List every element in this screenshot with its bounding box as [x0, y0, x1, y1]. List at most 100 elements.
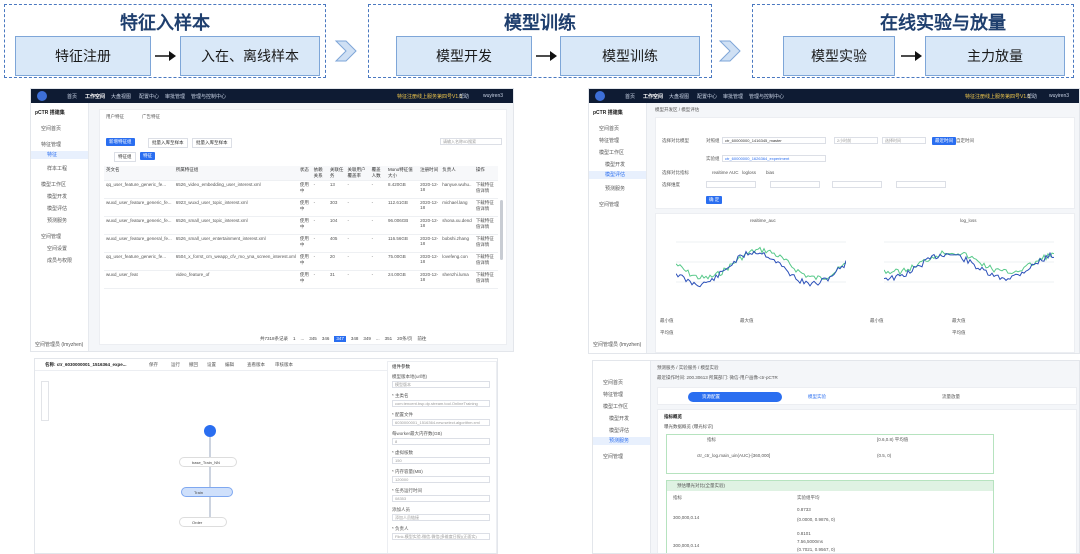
dimension-select[interactable] [770, 181, 820, 188]
user-menu[interactable]: wuyiren3 [1049, 93, 1069, 99]
table-cell[interactable]: 下载特征值详情 [473, 270, 498, 289]
stage-box[interactable]: 模型实验 [783, 36, 895, 76]
nav-item[interactable]: 首页 [625, 93, 635, 100]
nav-item[interactable]: 工作空间 [85, 93, 105, 100]
table-cell[interactable]: 下载特征值详情 [473, 180, 498, 199]
step-label[interactable]: 模型实验 [808, 394, 826, 400]
nav-item[interactable]: 配置中心 [697, 93, 717, 100]
table-cell[interactable]: 31 [327, 270, 346, 289]
help-link[interactable]: 帮助 [1027, 93, 1037, 100]
page-button[interactable]: 346 [322, 336, 330, 342]
project-name[interactable]: pCTR 搭建集 [593, 109, 623, 116]
table-cell[interactable]: 下载特征值详情 [473, 234, 498, 253]
project-name[interactable]: pCTR 搭建集 [35, 109, 65, 116]
toolbar-button[interactable]: 查看版本 [247, 362, 265, 368]
dimension-select[interactable] [832, 181, 882, 188]
table-cell[interactable]: 下载特征值详情 [473, 216, 498, 235]
metric-checkbox[interactable]: realtime AUC [712, 170, 739, 175]
nav-item[interactable]: 管理与控制中心 [749, 93, 784, 100]
step-label[interactable]: 流量放量 [942, 394, 960, 400]
page-button[interactable]: 349 [363, 336, 371, 342]
sidebar-item[interactable]: 预测服务 [605, 185, 625, 192]
tab-user-feature[interactable]: 用户特征 [106, 114, 124, 120]
user-menu[interactable]: wuyiren3 [483, 93, 503, 99]
table-cell[interactable]: 6526_small_user_entertainment_interest.x… [173, 234, 298, 253]
field-input[interactable]: 150 [392, 457, 490, 464]
field-input[interactable]: 6030000001_1516364.new.select.algorithm.… [392, 419, 490, 426]
notice-text[interactable]: 特征注册线上服务第四号V1.0 [397, 93, 462, 100]
sidebar-item[interactable]: 模型开发 [605, 161, 625, 168]
sidebar-item[interactable]: 样本工程 [47, 165, 67, 172]
time-ref-select[interactable]: 选择时间 [882, 137, 926, 144]
goto-page[interactable]: 前往 [417, 336, 426, 342]
page-button[interactable]: 348 [351, 336, 359, 342]
sidebar-item[interactable]: 空间管理 [41, 233, 61, 240]
page-button[interactable]: 1 [293, 336, 296, 342]
search-input[interactable]: 请输入名称/ID搜索 [440, 138, 502, 145]
field-input[interactable]: 8 [392, 438, 490, 445]
add-feature-group-button[interactable]: 新增特征组 [106, 138, 135, 146]
recent-time-button[interactable]: 最近时间 [932, 137, 956, 145]
nav-item[interactable]: 工作空间 [643, 93, 663, 100]
stage-box[interactable]: 主力放量 [925, 36, 1065, 76]
nav-item[interactable]: 大盘视图 [111, 93, 131, 100]
nav-item[interactable]: 首页 [67, 93, 77, 100]
toolbar-button[interactable]: 编辑 [225, 362, 234, 368]
sidebar-item-active[interactable]: 预测服务 [593, 437, 650, 445]
toolbar-button[interactable]: 保存 [149, 362, 158, 368]
table-cell[interactable]: video_feature_of [173, 270, 298, 289]
nav-item[interactable]: 审批管理 [723, 93, 743, 100]
pipeline-node[interactable]: Order [179, 517, 227, 527]
row-label[interactable]: 300,000,0.14 [673, 543, 699, 548]
sidebar-item[interactable]: 特征管理 [41, 141, 61, 148]
sidebar-item[interactable]: 特征管理 [603, 391, 623, 398]
sidebar-item-active[interactable]: 特征 [31, 151, 88, 159]
sidebar-item[interactable]: 预测服务 [47, 217, 67, 224]
toolbar-button[interactable]: 撤回 [189, 362, 198, 368]
metric-checkbox[interactable]: bias [766, 170, 774, 175]
step-active[interactable]: 资源配置 [688, 392, 782, 402]
field-input[interactable]: 模型版本 [392, 381, 490, 388]
metric-link[interactable]: ctr_ctr_log.main_uin(AUC)-[360,000] [697, 453, 770, 458]
value-link[interactable]: 0.8101 [797, 531, 811, 536]
toolbar-button[interactable]: 运行 [171, 362, 180, 368]
metric-checkbox[interactable]: logloss [742, 170, 756, 175]
field-input[interactable]: com.tencent.bsp.dp.stream.tool.OnlineTra… [392, 400, 490, 407]
sidebar-item[interactable]: 模型开发 [47, 193, 67, 200]
field-input[interactable]: 120000 [392, 476, 490, 483]
stage-box[interactable]: 模型训练 [560, 36, 700, 76]
table-cell[interactable]: 6923_wuxd_user_topic_interest.xml [173, 198, 298, 217]
sidebar-item[interactable]: 空间设置 [47, 245, 67, 252]
pipeline-node-selected[interactable]: Train [181, 487, 233, 497]
nav-item[interactable]: 管理与控制中心 [191, 93, 226, 100]
table-cell[interactable]: 6526_video_embedding_user_interest.xml [173, 180, 298, 199]
notice-text[interactable]: 特征注册线上服务第四号V1.0 [965, 93, 1030, 100]
subtab-feature[interactable]: 特征 [140, 152, 155, 160]
page-button-active[interactable]: 347 [334, 336, 346, 342]
table-cell[interactable]: 6504_x_forrst_cm_weapp_cfv_mo_yna_screen… [173, 252, 298, 271]
sidebar-item[interactable]: 空间首页 [603, 379, 623, 386]
pipeline-node[interactable]: base_Train_NN [179, 457, 237, 467]
toolbar-button[interactable]: 设置 [207, 362, 216, 368]
sidebar-item[interactable]: 成员与权限 [47, 257, 72, 264]
batch-import-button[interactable]: 批量入库至样本 [148, 138, 188, 148]
field-input[interactable]: 添加人员链接 [392, 514, 490, 521]
page-button[interactable]: 345 [309, 336, 317, 342]
help-link[interactable]: 帮助 [459, 93, 469, 100]
stage-box[interactable]: 入在、离线样本 [180, 36, 320, 76]
field-input[interactable]: Flink-模型实验-微信-微信(多维度日报)(正面实) [392, 533, 490, 540]
base-model-select[interactable]: ctr_60000000_1416345_master [722, 137, 826, 144]
sidebar-item[interactable]: 模型工作区 [599, 149, 624, 156]
sidebar-item[interactable]: 模型评估 [47, 205, 67, 212]
nav-item[interactable]: 大盘视图 [669, 93, 689, 100]
field-input[interactable]: 08353 [392, 495, 490, 502]
table-cell[interactable]: 303 [327, 198, 346, 217]
toolbar-button[interactable]: 审核版本 [275, 362, 293, 368]
sidebar-item[interactable]: 特征管理 [599, 137, 619, 144]
subtab-group[interactable]: 特征组 [114, 152, 136, 162]
custom-time-link[interactable]: 自定时间 [956, 138, 974, 144]
table-cell[interactable]: 下载特征值详情 [473, 198, 498, 217]
sidebar-item[interactable]: 空间首页 [41, 125, 61, 132]
tab-ad-feature[interactable]: 广告特征 [142, 114, 160, 120]
scrollbar[interactable] [500, 200, 503, 260]
